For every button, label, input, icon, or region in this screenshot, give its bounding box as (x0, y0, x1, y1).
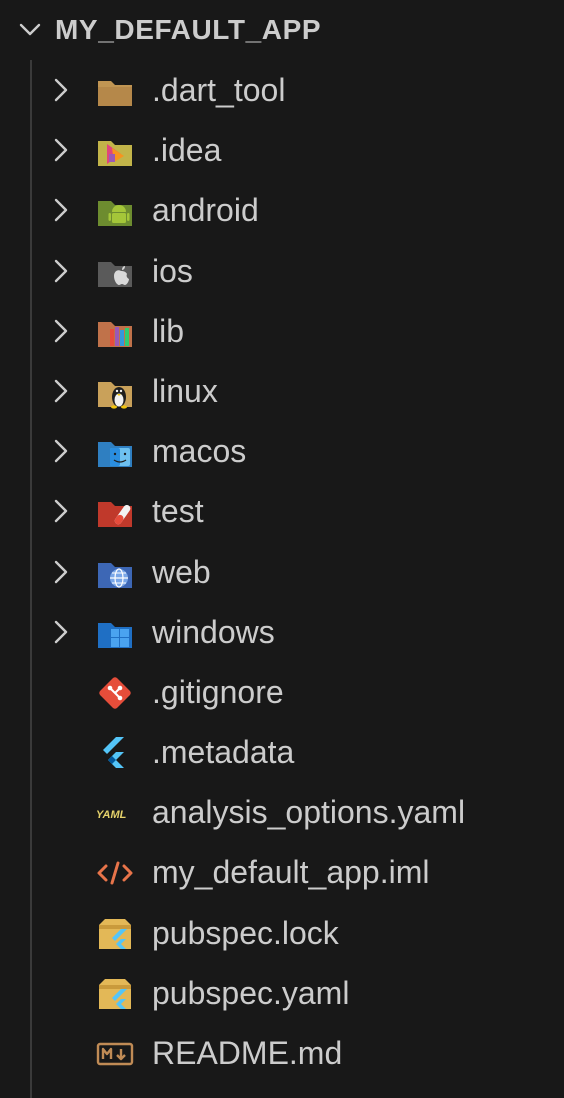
tree-item-lib[interactable]: lib (0, 301, 564, 361)
tree-item-ios[interactable]: ios (0, 241, 564, 301)
folder-web-icon (98, 562, 132, 588)
tree-item-label: my_default_app.iml (152, 854, 430, 891)
svg-text:YAML: YAML (96, 809, 127, 821)
tree-item-label: android (152, 192, 259, 229)
tree-item-label: web (152, 553, 211, 590)
tree-item-label: .gitignore (152, 673, 284, 710)
folder-android-icon (98, 201, 132, 227)
tree-item-linux[interactable]: linux (0, 361, 564, 421)
tree-item-label: windows (152, 613, 275, 650)
chevron-right-icon[interactable] (50, 257, 72, 285)
chevron-right-icon[interactable] (50, 76, 72, 104)
file-tree: .dart_tool .idea android ios lib linux m… (0, 60, 564, 1083)
tree-item-metadata[interactable]: .metadata (0, 722, 564, 782)
tree-item-macos[interactable]: macos (0, 421, 564, 481)
tree-item-iml[interactable]: my_default_app.iml (0, 842, 564, 902)
tree-item-label: analysis_options.yaml (152, 794, 466, 831)
tree-item-readme[interactable]: README.md (0, 1023, 564, 1083)
file-explorer: MY_DEFAULT_APP .dart_tool .idea android … (0, 0, 564, 1098)
chevron-right-icon[interactable] (50, 618, 72, 646)
tree-item-gitignore[interactable]: .gitignore (0, 662, 564, 722)
pubspec-icon (99, 918, 131, 949)
tree-item-label: pubspec.lock (152, 914, 339, 951)
chevron-down-icon[interactable] (18, 18, 42, 42)
yaml-icon: YAML (96, 809, 127, 821)
tree-item-label: .metadata (152, 734, 295, 771)
flutter-icon (103, 737, 124, 769)
tree-item-windows[interactable]: windows (0, 602, 564, 662)
chevron-right-icon[interactable] (50, 377, 72, 405)
tree-item-dart-tool[interactable]: .dart_tool (0, 60, 564, 120)
folder-linux-icon (98, 381, 132, 409)
chevron-right-icon[interactable] (50, 437, 72, 465)
pubspec-icon (99, 978, 131, 1009)
folder-idea-icon (98, 141, 132, 167)
chevron-right-icon[interactable] (50, 317, 72, 345)
root-folder-header[interactable]: MY_DEFAULT_APP (0, 0, 564, 60)
tree-item-pubspec-yaml[interactable]: pubspec.yaml (0, 963, 564, 1023)
root-folder-title: MY_DEFAULT_APP (55, 14, 322, 45)
folder-lib-icon (98, 321, 132, 347)
tree-item-label: .dart_tool (152, 72, 286, 108)
tree-item-label: macos (152, 433, 247, 470)
tree-item-label: .idea (152, 132, 222, 169)
folder-dart-tool-icon (98, 81, 132, 106)
chevron-right-icon[interactable] (50, 558, 72, 586)
markdown-icon (96, 1042, 134, 1066)
tree-item-android[interactable]: android (0, 180, 564, 240)
folder-macos-icon (98, 442, 132, 468)
tree-item-label: lib (152, 312, 185, 349)
tree-item-label: README.md (152, 1035, 343, 1071)
folder-ios-icon (98, 261, 132, 287)
tree-item-label: linux (152, 372, 218, 409)
folder-test-icon (98, 502, 132, 528)
chevron-right-icon[interactable] (50, 497, 72, 525)
tree-item-test[interactable]: test (0, 481, 564, 541)
tree-item-idea[interactable]: .idea (0, 120, 564, 180)
tree-item-label: pubspec.yaml (152, 974, 350, 1011)
tree-item-pubspec-lock[interactable]: pubspec.lock (0, 903, 564, 963)
chevron-right-icon[interactable] (50, 136, 72, 164)
git-icon (99, 677, 131, 709)
folder-windows-icon (98, 622, 132, 648)
chevron-right-icon[interactable] (50, 196, 72, 224)
tree-item-label: test (152, 493, 204, 530)
tree-item-analysis-options[interactable]: YAML analysis_options.yaml (0, 782, 564, 842)
code-tag-icon (97, 861, 133, 885)
tree-item-label: ios (152, 252, 193, 289)
tree-item-web[interactable]: web (0, 542, 564, 602)
